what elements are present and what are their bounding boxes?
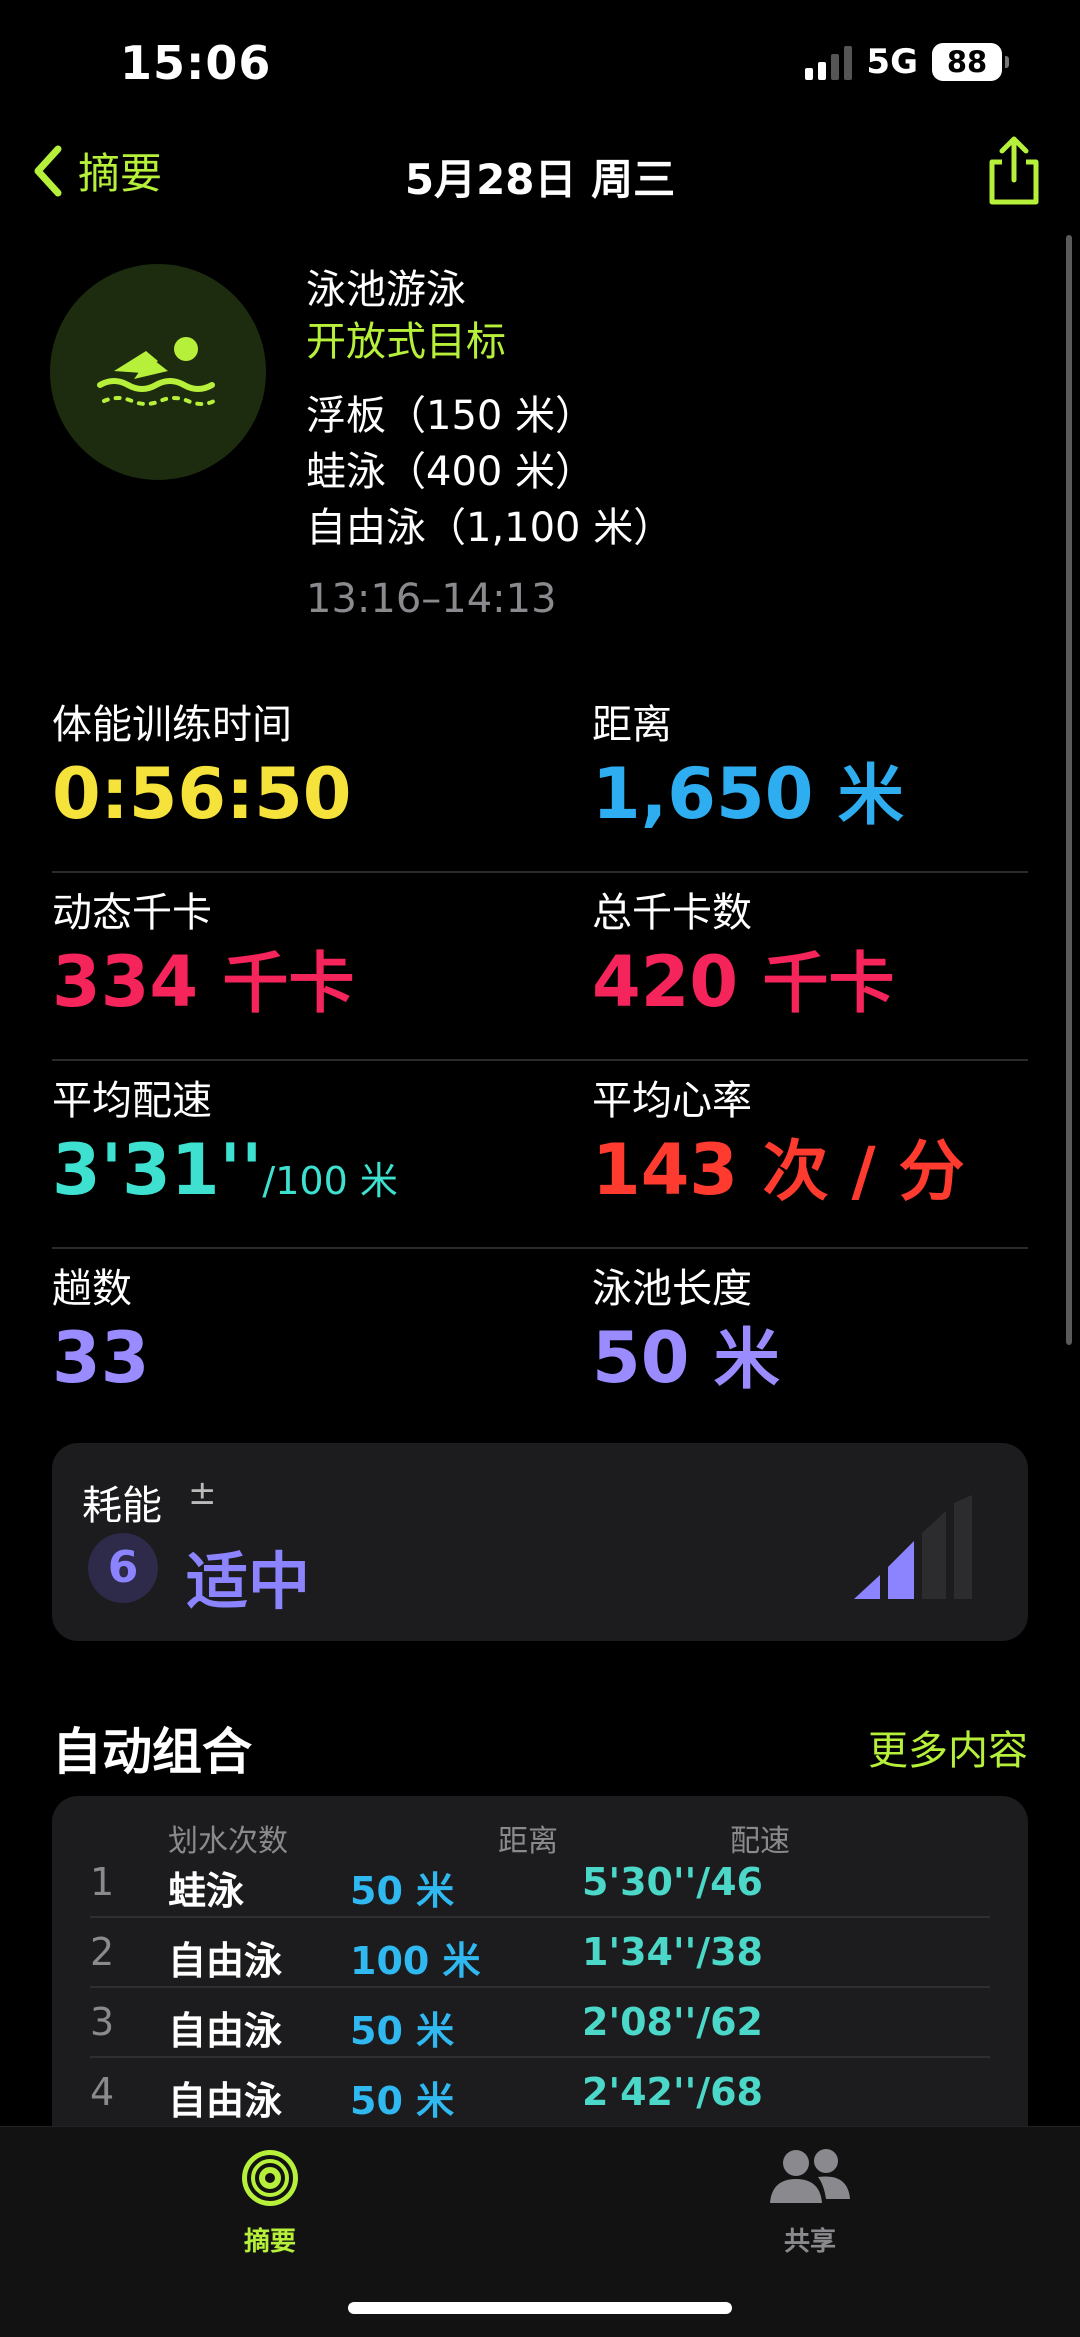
metric-total-kcal: 总千卡数 420 千卡 [592,887,895,1027]
page-title: 5月28日 周三 [404,155,676,204]
metric-label: 总千卡数 [592,890,752,936]
table-row[interactable]: 3 自由泳 50 米 2'08''/62 [90,1988,990,2058]
metric-row: 动态千卡 334 千卡 总千卡数 420 千卡 [52,873,1028,1061]
metric-value: 420 千卡 [592,941,895,1023]
metric-active-kcal: 动态千卡 334 千卡 [52,887,355,1027]
workout-segments: 浮板（150 米） 蛙泳（400 米） 自由泳（1,100 米） [306,388,673,556]
effort-bar-1 [854,1575,880,1599]
metric-avg-heart-rate: 平均心率 143 次 / 分 [592,1075,965,1215]
people-icon [770,2149,850,2203]
metric-value: 50 米 [592,1317,780,1399]
metric-label: 平均心率 [592,1078,752,1124]
metric-avg-pace: 平均配速 3'31''/100 米 [52,1075,398,1224]
effort-card[interactable]: 耗能 ± 6 适中 [52,1443,1028,1641]
metric-value: 33 [52,1317,150,1399]
effort-score-badge: 6 [88,1533,158,1603]
home-indicator[interactable] [348,2302,732,2314]
tab-label: 共享 [783,2227,836,2257]
metric-value: 143 次 / 分 [592,1129,965,1211]
metric-value: 1,650 米 [592,753,904,835]
scrollbar[interactable] [1066,235,1072,1345]
metric-pool-length: 泳池长度 50 米 [592,1263,780,1403]
effort-bar-2 [888,1541,914,1599]
metrics-grid: 体能训练时间 0:56:50 距离 1,650 米 动态千卡 334 千卡 总千… [52,685,1028,1437]
table-row[interactable]: 1 蛙泳 50 米 5'30''/46 [90,1848,990,1918]
metric-label: 趟数 [52,1266,132,1312]
swimmer-icon [97,337,216,406]
workout-type: 泳池游泳 [306,267,466,313]
table-row[interactable]: 2 自由泳 100 米 1'34''/38 [90,1918,990,1988]
effort-bar-4 [954,1495,972,1599]
metric-value: 3'31''/100 米 [52,1129,398,1211]
workout-info: 泳池游泳 开放式目标 浮板（150 米） 蛙泳（400 米） 自由泳（1,100… [306,264,673,622]
share-icon[interactable] [982,134,1046,208]
metric-label: 泳池长度 [592,1266,752,1312]
effort-level: 适中 [186,1545,311,1618]
segment-item: 蛙泳（400 米） [306,449,596,495]
sets-table: 划水次数 距离 配速 1 蛙泳 50 米 5'30''/46 2 自由泳 100… [52,1796,1028,2156]
metric-value: 0:56:50 [52,753,352,835]
effort-bars-icon [854,1495,972,1599]
metric-row: 趟数 33 泳池长度 50 米 [52,1249,1028,1437]
metric-value: 334 千卡 [52,941,355,1023]
segment-item: 浮板（150 米） [306,393,596,439]
metric-workout-time: 体能训练时间 0:56:50 [52,699,352,837]
metric-label: 体能训练时间 [52,702,292,748]
effort-title: 耗能 [82,1483,162,1529]
workout-goal: 开放式目标 [306,319,506,365]
status-icons: 5G 88 [805,42,1009,82]
metric-distance: 距离 1,650 米 [592,699,904,839]
metric-label: 平均配速 [52,1078,212,1124]
metric-row: 体能训练时间 0:56:50 距离 1,650 米 [52,685,1028,873]
network-type: 5G [866,42,918,82]
plus-minus-icon[interactable]: ± [188,1473,217,1513]
effort-bar-3 [922,1511,946,1599]
metric-laps: 趟数 33 [52,1263,149,1401]
screen: 15:06 5G 88 摘要 5月28日 周三 泳池游泳 开放式目标 浮板（15… [0,0,1080,2337]
signal-icon [805,44,853,80]
tab-label: 摘要 [243,2227,296,2257]
workout-time-range: 13:16–14:13 [306,576,557,622]
section-title-auto-sets: 自动组合 [52,1723,252,1781]
more-content-link[interactable]: 更多内容 [868,1718,1028,1776]
status-time: 15:06 [120,36,272,90]
battery-icon: 88 [932,43,1009,81]
activity-rings-icon [242,2150,298,2206]
metric-row: 平均配速 3'31''/100 米 平均心率 143 次 / 分 [52,1061,1028,1249]
tab-summary[interactable]: 摘要 [200,2147,340,2258]
tab-sharing[interactable]: 共享 [740,2147,880,2258]
table-row[interactable]: 4 自由泳 50 米 2'42''/68 [90,2058,990,2128]
segment-item: 自由泳（1,100 米） [306,505,674,551]
metric-label: 动态千卡 [52,890,212,936]
battery-level: 88 [946,45,988,79]
metric-label: 距离 [592,702,672,748]
workout-icon-badge [50,264,266,480]
